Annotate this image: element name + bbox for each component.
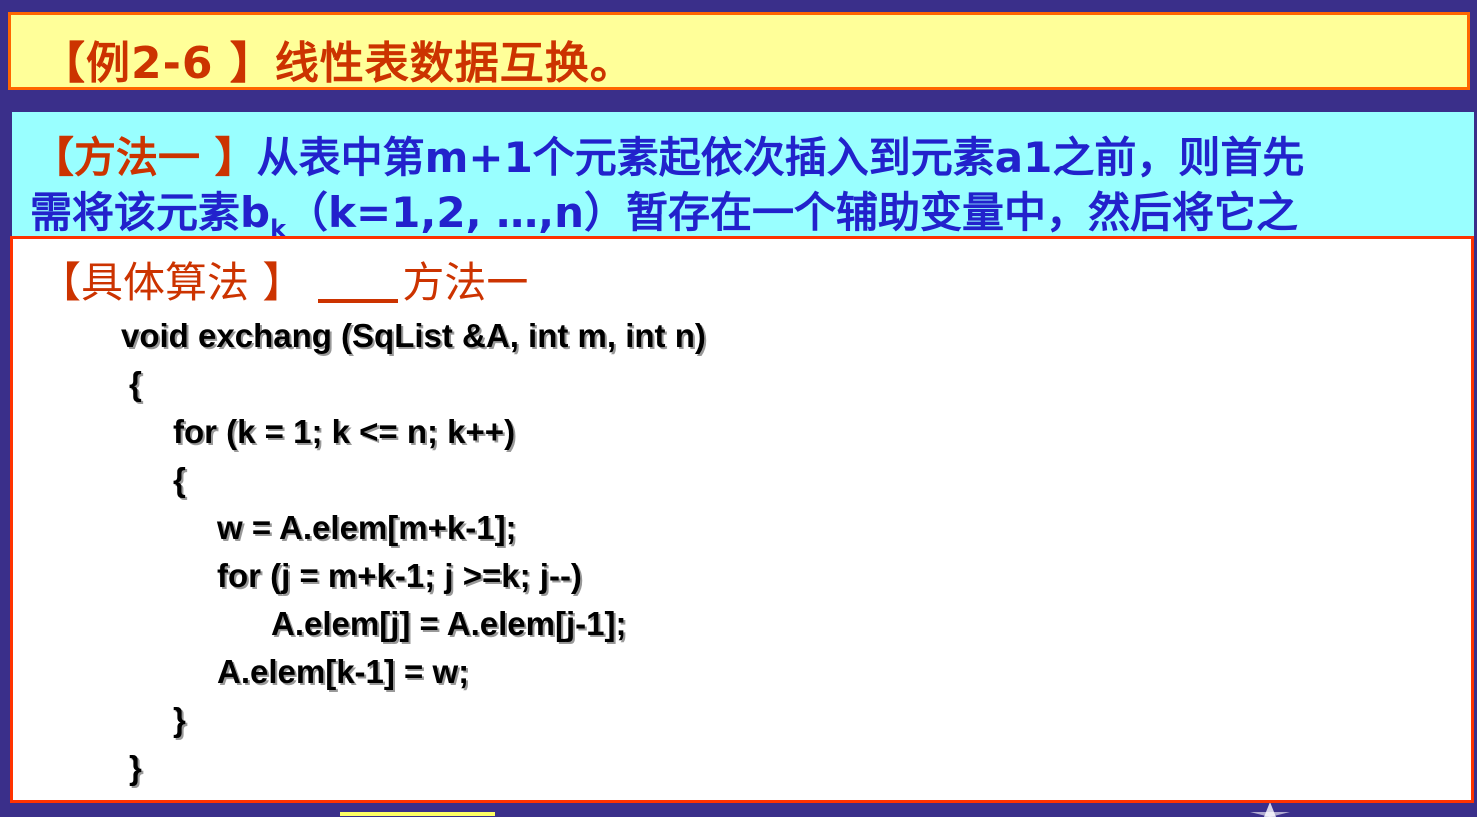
- method-line-2-pre: 需将该元素b: [30, 188, 271, 237]
- code-line: w = A.elem[m+k-1];: [217, 509, 517, 546]
- code-line: A.elem[k-1] = w;: [217, 653, 470, 690]
- algorithm-label: 方法一: [402, 258, 529, 307]
- code-line: for (j = m+k-1; j >=k; j--): [217, 557, 582, 594]
- code-line: {: [129, 365, 142, 402]
- code-line: }: [129, 749, 142, 786]
- algorithm-header: 【具体算法 】 方法一: [39, 249, 528, 310]
- method-line-1-text: 从表中第m+1个元素起依次插入到元素a1之前，则首先: [256, 133, 1305, 182]
- code-line: void exchang (SqList &A, int m, int n): [121, 317, 706, 354]
- code-line: for (k = 1; k <= n; k++): [173, 413, 516, 450]
- bottom-underline: [340, 812, 495, 816]
- code-line: A.elem[j] = A.elem[j-1];: [271, 605, 627, 642]
- method-line-1: 【方法一 】从表中第m+1个元素起依次插入到元素a1之前，则首先: [32, 124, 1304, 185]
- title-box: 【例2-6 】线性表数据互换。: [8, 12, 1470, 90]
- method-line-2: 需将该元素bk（k=1,2, …,n）暂存在一个辅助变量中，然后将它之: [30, 179, 1298, 243]
- slide-title: 【例2-6 】线性表数据互换。: [41, 38, 635, 89]
- method-line-2-post: （k=1,2, …,n）暂存在一个辅助变量中，然后将它之: [286, 188, 1299, 237]
- method-description-box: 【方法一 】从表中第m+1个元素起依次插入到元素a1之前，则首先 需将该元素bk…: [12, 112, 1474, 252]
- method-tag: 【方法一 】: [32, 133, 257, 182]
- code-line: }: [173, 701, 186, 738]
- code-line: {: [173, 461, 186, 498]
- algorithm-blank: [318, 261, 399, 303]
- algorithm-box: 【具体算法 】 方法一 void exchang (SqList &A, int …: [10, 236, 1474, 803]
- algorithm-tag: 【具体算法 】: [39, 258, 305, 307]
